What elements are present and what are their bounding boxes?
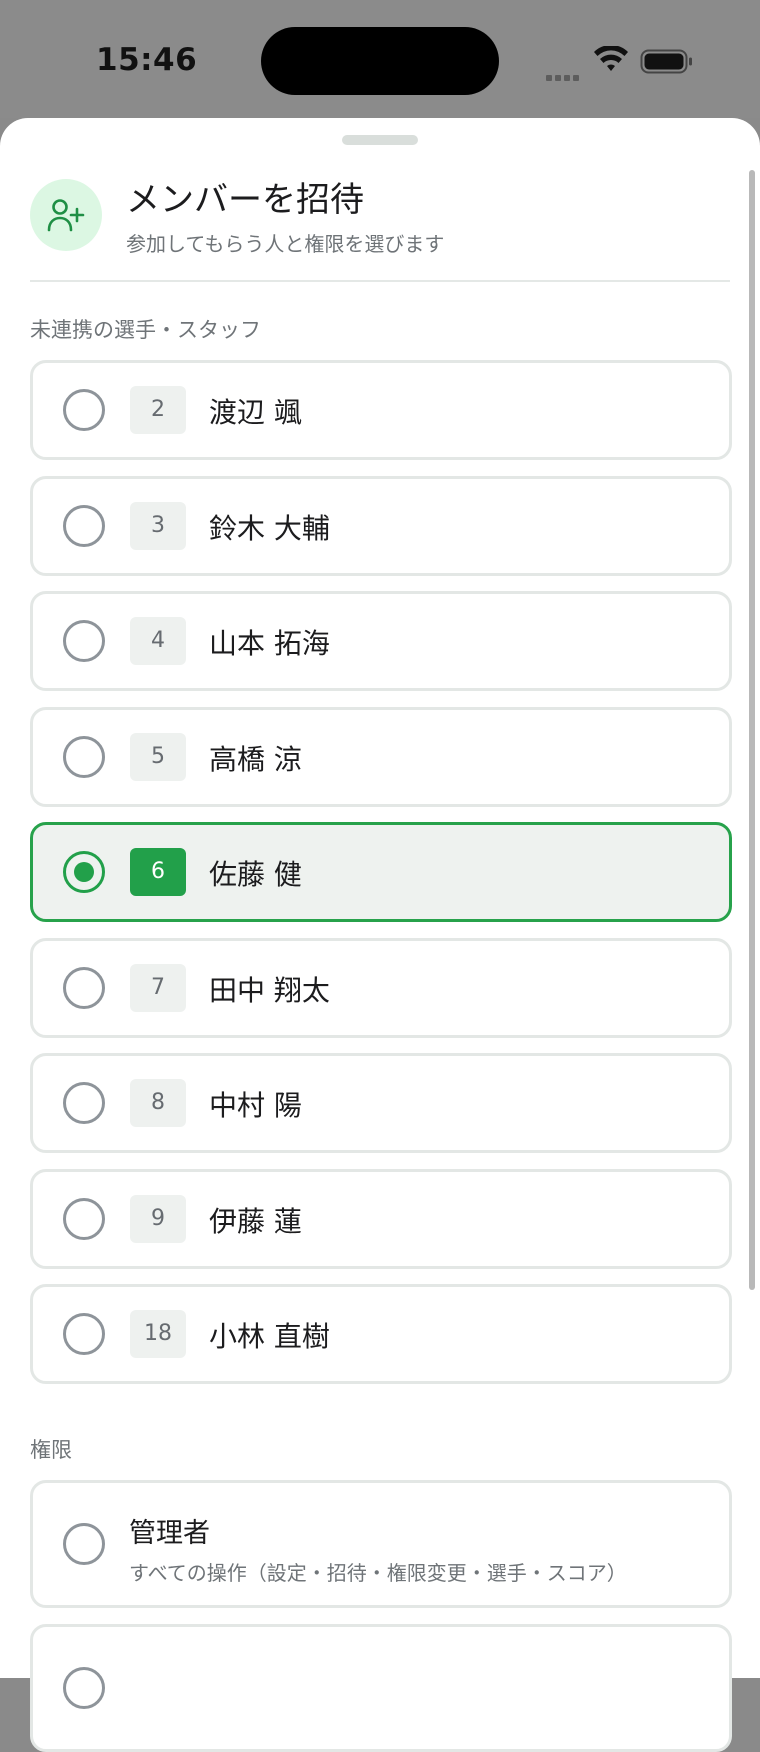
wifi-icon	[594, 46, 628, 71]
battery-icon	[640, 49, 692, 74]
radio-button[interactable]	[63, 1198, 105, 1240]
member-row[interactable]: 4 山本 拓海	[30, 591, 732, 691]
member-name: 小林 直樹	[209, 1320, 330, 1353]
player-number-badge: 7	[130, 964, 186, 1012]
permission-option-next[interactable]	[30, 1624, 732, 1752]
dynamic-island	[261, 27, 499, 95]
player-number-badge: 9	[130, 1195, 186, 1243]
radio-dot	[74, 862, 94, 882]
player-number-badge: 6	[130, 848, 186, 896]
member-row[interactable]: 18 小林 直樹	[30, 1284, 732, 1384]
member-row[interactable]: 8 中村 陽	[30, 1053, 732, 1153]
member-row[interactable]: 7 田中 翔太	[30, 938, 732, 1038]
member-name: 佐藤 健	[209, 858, 302, 891]
invite-sheet: メンバーを招待 参加してもらう人と権限を選びます 未連携の選手・スタッフ 2 渡辺…	[0, 118, 760, 1752]
members-section-label: 未連携の選手・スタッフ	[30, 318, 261, 342]
user-plus-icon	[47, 199, 85, 232]
member-row[interactable]: 5 高橋 涼	[30, 707, 732, 807]
member-name: 渡辺 颯	[209, 396, 302, 429]
radio-button[interactable]	[63, 389, 105, 431]
radio-button[interactable]	[63, 1667, 105, 1709]
player-number-badge: 5	[130, 733, 186, 781]
member-row[interactable]: 6 佐藤 健	[30, 822, 732, 922]
radio-button[interactable]	[63, 1313, 105, 1355]
status-time: 15:46	[96, 42, 198, 78]
member-name: 田中 翔太	[209, 974, 330, 1007]
radio-button[interactable]	[63, 967, 105, 1009]
permissions-section-label: 権限	[30, 1438, 72, 1462]
player-number-badge: 8	[130, 1079, 186, 1127]
player-number-badge: 3	[130, 502, 186, 550]
member-name: 中村 陽	[209, 1089, 302, 1122]
member-name: 伊藤 蓮	[209, 1205, 302, 1238]
permission-title: 管理者	[129, 1518, 210, 1549]
signal-icon	[546, 66, 582, 81]
sheet-grabber[interactable]	[342, 135, 418, 145]
radio-button[interactable]	[63, 1523, 105, 1565]
radio-button[interactable]	[63, 505, 105, 547]
member-name: 鈴木 大輔	[209, 512, 330, 545]
radio-button[interactable]	[63, 736, 105, 778]
status-bar: 15:46	[0, 0, 760, 118]
page-subtitle: 参加してもらう人と権限を選びます	[126, 232, 445, 256]
radio-button[interactable]	[63, 620, 105, 662]
member-name: 山本 拓海	[209, 627, 330, 660]
player-number-badge: 4	[130, 617, 186, 665]
member-row[interactable]: 9 伊藤 蓮	[30, 1169, 732, 1269]
member-row[interactable]: 3 鈴木 大輔	[30, 476, 732, 576]
player-number-badge: 2	[130, 386, 186, 434]
radio-button-selected[interactable]	[63, 851, 105, 893]
member-name: 高橋 涼	[209, 743, 302, 776]
permission-option-admin[interactable]: 管理者 すべての操作（設定・招待・権限変更・選手・スコア）	[30, 1480, 732, 1608]
radio-button[interactable]	[63, 1082, 105, 1124]
scrollbar[interactable]	[749, 170, 755, 1290]
header-avatar	[30, 179, 102, 251]
page-title: メンバーを招待	[126, 180, 364, 220]
header-divider	[30, 280, 730, 282]
member-row[interactable]: 2 渡辺 颯	[30, 360, 732, 460]
permission-description: すべての操作（設定・招待・権限変更・選手・スコア）	[129, 1561, 627, 1585]
player-number-badge: 18	[130, 1310, 186, 1358]
